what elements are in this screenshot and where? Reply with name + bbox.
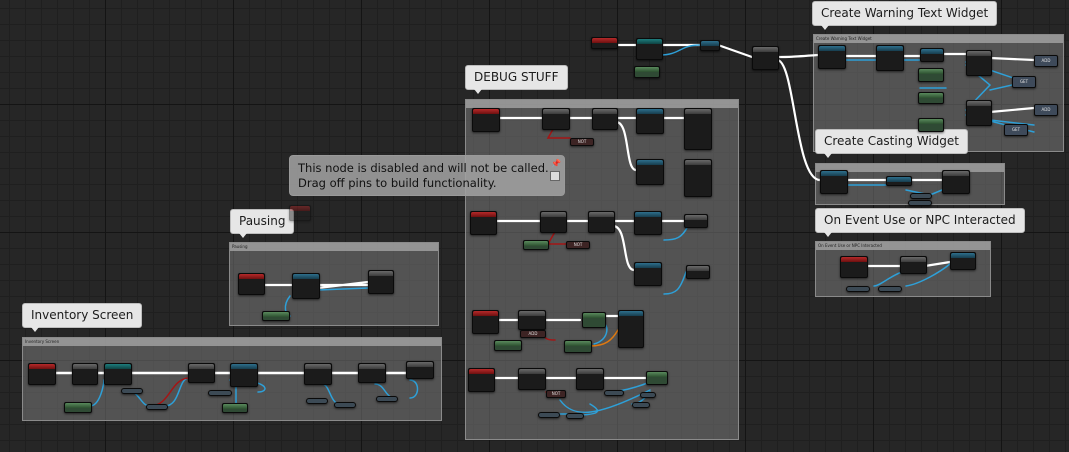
debug-var-node-3b[interactable] bbox=[582, 312, 606, 328]
tooltip-line-1: This node is disabled and will not be ca… bbox=[298, 161, 549, 175]
disabled-node-tooltip: This node is disabled and will not be ca… bbox=[289, 155, 565, 196]
casting-create-widget-node[interactable] bbox=[820, 170, 848, 194]
warning-get-node-b[interactable]: GET bbox=[1004, 124, 1028, 136]
debug-tall-node-2[interactable] bbox=[684, 159, 712, 197]
debug-key-event-node-2[interactable] bbox=[470, 211, 497, 235]
inventory-set-mode-node[interactable] bbox=[406, 361, 434, 379]
debug-pill-node-4c[interactable] bbox=[632, 402, 650, 408]
warning-var-node-b[interactable] bbox=[918, 92, 944, 104]
debug-not-node-4[interactable]: NOT bbox=[546, 390, 566, 398]
npc-pill-node-a[interactable] bbox=[846, 286, 870, 292]
inventory-controller-pill[interactable] bbox=[208, 390, 232, 396]
debug-set-node-1[interactable] bbox=[592, 108, 618, 130]
debug-target-node-3[interactable] bbox=[684, 214, 708, 228]
inventory-flipflop-node[interactable] bbox=[72, 363, 98, 385]
top-valid-node[interactable] bbox=[700, 40, 720, 51]
pausing-input-event-node[interactable] bbox=[238, 273, 265, 295]
debug-add-node-3[interactable]: ADD bbox=[520, 330, 546, 338]
inventory-variable-node[interactable] bbox=[64, 402, 92, 413]
debug-pill-node-4e[interactable] bbox=[566, 413, 584, 419]
top-var-node[interactable] bbox=[634, 66, 660, 78]
casting-pill-node-b[interactable] bbox=[908, 200, 932, 206]
debug-print-node-5[interactable] bbox=[618, 310, 644, 348]
npc-branch-node[interactable] bbox=[900, 256, 927, 274]
debug-print-node-2[interactable] bbox=[636, 159, 664, 185]
pausing-branch-node[interactable] bbox=[368, 270, 394, 294]
debug-set-node-4[interactable] bbox=[576, 368, 604, 390]
inventory-input-event-node[interactable] bbox=[28, 363, 56, 385]
top-event-node[interactable] bbox=[591, 37, 618, 49]
casting-add-node[interactable] bbox=[886, 176, 912, 186]
debug-tall-node-1[interactable] bbox=[684, 108, 712, 150]
npc-pill-node-b[interactable] bbox=[878, 286, 902, 292]
inventory-pc-pill[interactable] bbox=[376, 396, 398, 402]
npc-call-node[interactable] bbox=[950, 252, 976, 270]
warning-branch-node-b[interactable] bbox=[966, 100, 992, 126]
debug-print-node-3[interactable] bbox=[634, 211, 662, 235]
debug-not-node-2[interactable]: NOT bbox=[566, 241, 590, 249]
debug-var-node-3a[interactable] bbox=[494, 340, 522, 351]
inventory-create-widget-node[interactable] bbox=[104, 363, 132, 385]
inventory-show-cursor-node[interactable] bbox=[358, 363, 386, 383]
top-cast-node[interactable] bbox=[636, 38, 663, 60]
debug-target-node-4[interactable] bbox=[686, 265, 710, 279]
disabled-node[interactable] bbox=[289, 205, 311, 221]
warning-small-node[interactable] bbox=[920, 48, 944, 62]
debug-key-event-node-4[interactable] bbox=[468, 368, 495, 392]
casting-pill-node-a[interactable] bbox=[910, 193, 932, 199]
debug-branch-node-1[interactable] bbox=[542, 108, 570, 130]
pausing-set-paused-node[interactable] bbox=[292, 273, 320, 299]
warning-add-node-b[interactable]: ADD bbox=[1034, 104, 1058, 116]
debug-pill-node-4d[interactable] bbox=[538, 412, 560, 418]
debug-var-node-3c[interactable] bbox=[564, 340, 592, 353]
casting-set-node[interactable] bbox=[942, 170, 970, 194]
inventory-add-viewport-node[interactable] bbox=[188, 363, 215, 383]
debug-pill-node-4a[interactable] bbox=[604, 390, 624, 396]
pausing-var-node[interactable] bbox=[262, 311, 290, 321]
warning-get-node-a[interactable]: GET bbox=[1012, 76, 1036, 88]
debug-key-event-node-3[interactable] bbox=[472, 310, 499, 334]
warning-set-var-node[interactable] bbox=[876, 45, 904, 71]
debug-branch-node-2[interactable] bbox=[540, 211, 567, 233]
npc-event-node[interactable] bbox=[840, 256, 868, 278]
debug-key-event-node-1[interactable] bbox=[472, 108, 500, 132]
inventory-target-pill[interactable] bbox=[334, 402, 356, 408]
top-sequence-node[interactable] bbox=[752, 46, 779, 70]
warning-var-node-c[interactable] bbox=[918, 118, 944, 132]
warning-var-node-a[interactable] bbox=[918, 68, 944, 82]
debug-pill-node-4b[interactable] bbox=[640, 392, 656, 398]
warning-add-node-a[interactable]: ADD bbox=[1034, 55, 1058, 67]
inventory-cast-pill[interactable] bbox=[121, 388, 143, 394]
debug-print-node-4[interactable] bbox=[634, 262, 662, 286]
warning-create-widget-node[interactable] bbox=[818, 45, 846, 69]
inventory-widget-var-node[interactable] bbox=[222, 403, 248, 413]
tooltip-line-2: Drag off pins to build functionality. bbox=[298, 176, 497, 190]
debug-branch-node-3[interactable] bbox=[518, 310, 546, 330]
warning-branch-node-a[interactable] bbox=[966, 50, 992, 76]
inventory-remove-node[interactable] bbox=[304, 363, 332, 385]
debug-not-node-1[interactable]: NOT bbox=[570, 138, 594, 146]
pin-icon[interactable]: 📌 bbox=[551, 159, 561, 168]
inventory-valid-pill[interactable] bbox=[146, 404, 168, 410]
debug-var-node-2[interactable] bbox=[523, 240, 549, 250]
save-icon[interactable] bbox=[550, 171, 560, 181]
inventory-set-input-mode-node[interactable] bbox=[230, 363, 258, 387]
debug-print-node-1[interactable] bbox=[636, 108, 664, 134]
inventory-self-pill[interactable] bbox=[306, 398, 328, 404]
debug-var-node-4[interactable] bbox=[646, 371, 668, 385]
debug-branch-node-4[interactable] bbox=[518, 368, 546, 390]
debug-set-node-2[interactable] bbox=[588, 211, 615, 233]
